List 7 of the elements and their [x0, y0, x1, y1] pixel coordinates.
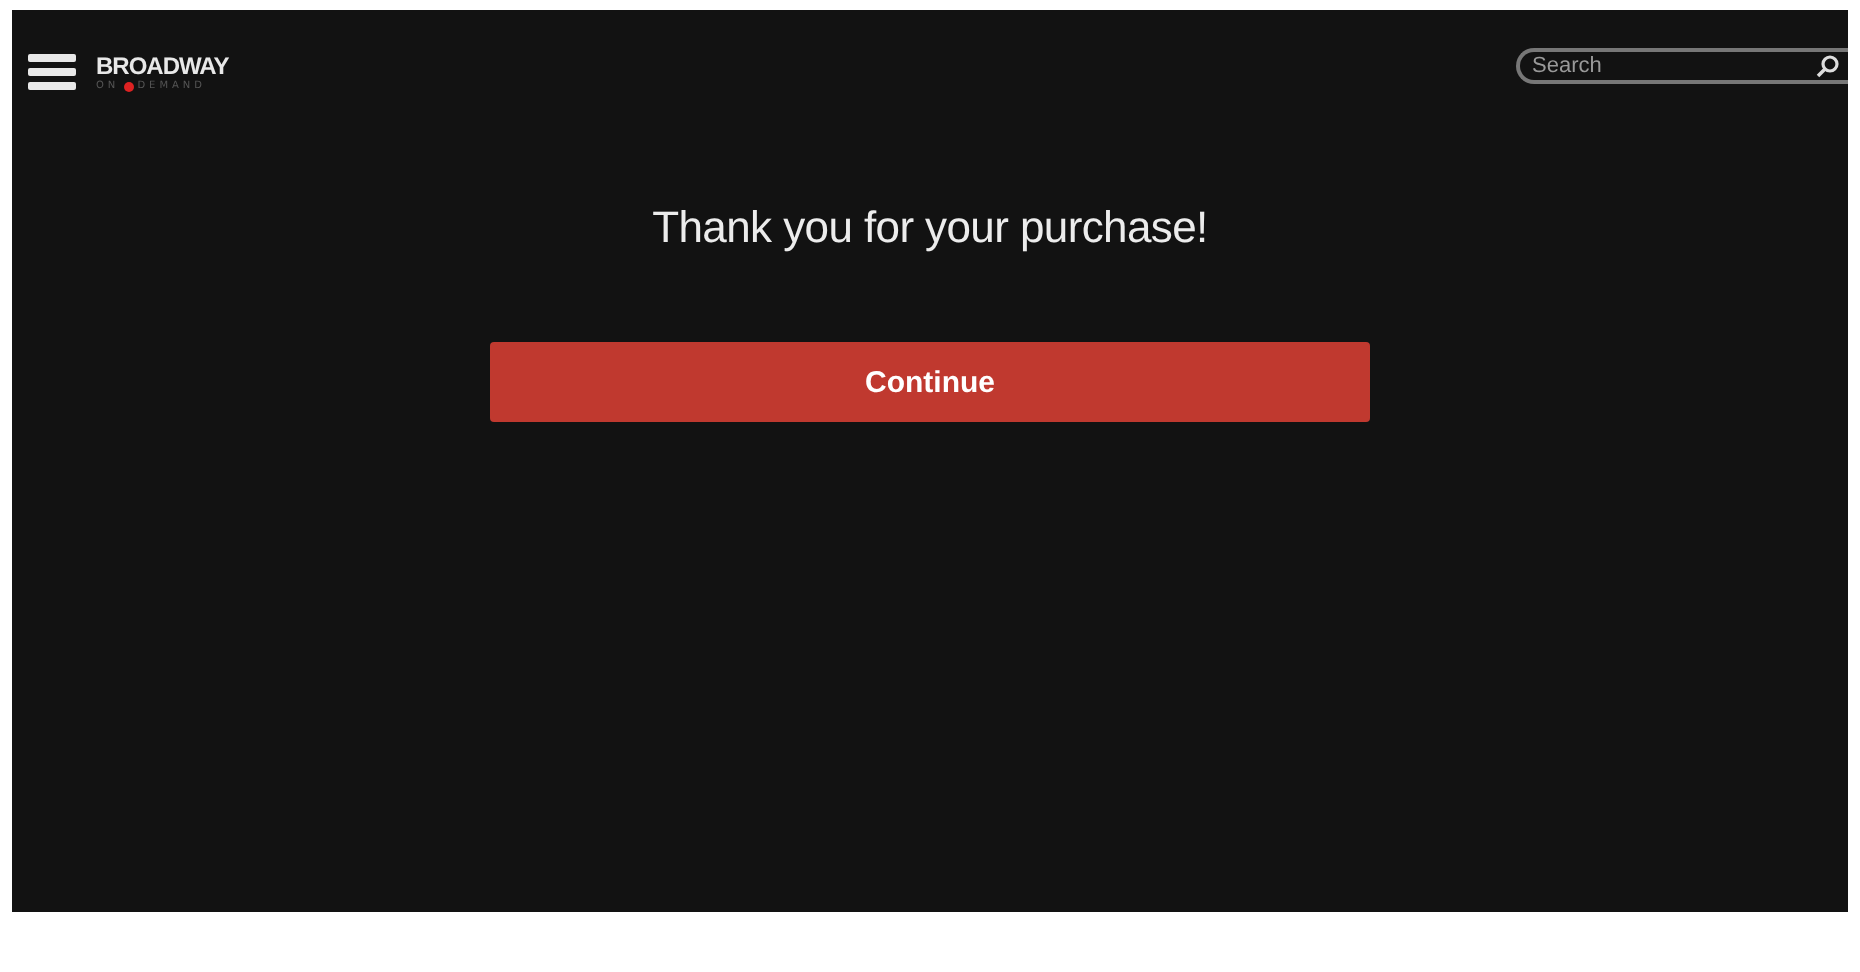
search-field[interactable]: Search: [1516, 48, 1848, 84]
menu-icon[interactable]: [28, 52, 76, 92]
search-icon[interactable]: [1816, 54, 1840, 78]
confirmation-message: Thank you for your purchase!: [652, 202, 1208, 254]
logo-title: BROADWAY: [96, 53, 229, 77]
dot-icon: [123, 81, 134, 91]
continue-button[interactable]: Continue: [490, 342, 1370, 422]
